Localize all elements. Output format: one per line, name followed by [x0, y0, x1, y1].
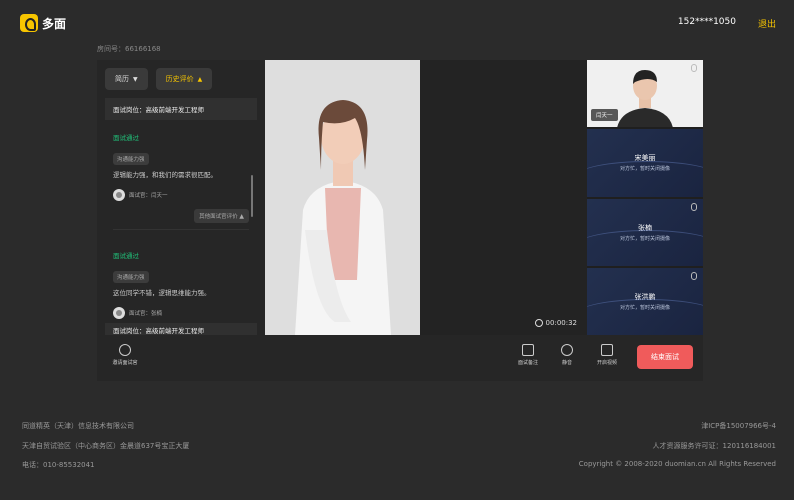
shared-area: 00:00:32 [420, 60, 587, 335]
wave-decoration [587, 160, 703, 191]
chevron-up-icon: ▲ [197, 75, 203, 83]
camera-label: 开启视频 [596, 360, 617, 366]
tab-resume[interactable]: 简历 ▼ [105, 68, 148, 90]
footer-company: 同道精英（天津）信息技术有限公司 [22, 422, 134, 430]
participant-tile-audio[interactable]: 张洪鹏 对方忙，暂时关闭摄像 [587, 267, 703, 335]
wave-decoration [587, 229, 703, 260]
comment-text: 逻辑能力强，和我们的需求很匹配。 [113, 171, 217, 179]
logo-icon [20, 14, 38, 32]
call-toolbar: 邀请面试官 面试备注 静音 开启视频 结束面试 [97, 335, 703, 381]
interviewer: 面试官：闫天一 [113, 189, 249, 201]
footer-icp[interactable]: 津ICP备15007966号-4 [701, 421, 776, 431]
divider [113, 229, 249, 230]
panel-scrollbar[interactable] [251, 175, 253, 217]
clock-icon [534, 319, 543, 327]
panel-tabs: 简历 ▼ 历史评价 ▲ [97, 60, 265, 98]
tab-history[interactable]: 历史评价 ▲ [155, 68, 213, 90]
notes-button[interactable]: 面试备注 [508, 344, 548, 366]
status-text: 面试通过 [113, 252, 139, 260]
chevron-down-icon: ▼ [133, 75, 138, 83]
logo[interactable]: 多面 [20, 14, 66, 32]
footer-phone: 电话：010-85532041 [22, 461, 95, 469]
candidate-figure [265, 60, 420, 335]
timer-text: 00:00:32 [545, 319, 577, 327]
logout-link[interactable]: 退出 [758, 17, 776, 30]
avatar [113, 189, 125, 201]
mute-button[interactable]: 静音 [547, 344, 587, 366]
participant-name: 闫天一 [591, 109, 618, 122]
mic-icon [691, 271, 697, 280]
top-bar: 多面 152****1050 退出 [0, 0, 794, 44]
user-phone[interactable]: 152****1050 [678, 17, 736, 27]
add-user-icon [119, 344, 131, 356]
tab-history-label: 历史评价 [165, 75, 194, 83]
position-title: 面试岗位：高级前端开发工程师 [105, 98, 257, 120]
comment-text: 这位同学不错，逻辑思维能力强。 [113, 289, 211, 297]
room-id: 房间号：66166168 [97, 45, 161, 53]
participant-tile-video[interactable]: 闫天一 [587, 60, 703, 128]
candidate-video [265, 60, 420, 335]
chevron-up-icon: ▲ [239, 213, 244, 220]
interviewer-name: 面试官：张楠 [129, 311, 163, 317]
evaluation-panel: 简历 ▼ 历史评价 ▲ 面试岗位：高级前端开发工程师 面试通过 沟通能力强 逻辑… [97, 60, 265, 335]
tab-resume-label: 简历 [115, 75, 129, 83]
footer-copyright: Copyright © 2008-2020 duomian.cn All Rig… [578, 460, 776, 468]
interviewer: 面试官：张楠 [113, 307, 249, 319]
camera-icon [601, 344, 613, 356]
avatar [113, 307, 125, 319]
evaluation-item: 面试通过 沟通能力强 这位同学不错，逻辑思维能力强。 面试官：张楠 [105, 244, 257, 333]
end-interview-button[interactable]: 结束面试 [637, 345, 693, 369]
interviewer-name: 面试官：闫天一 [129, 193, 168, 199]
other-evaluations-button[interactable]: 其他面试官评价 ▲ [194, 209, 249, 223]
mic-icon [691, 64, 697, 72]
invite-interviewer-button[interactable]: 邀请面试官 [105, 344, 145, 366]
participant-tile-audio[interactable]: 宋美丽 对方忙，暂时关闭摄像 [587, 129, 703, 197]
tag-badge: 沟通能力强 [113, 153, 149, 165]
notes-label: 面试备注 [517, 360, 538, 366]
interview-stage: 简历 ▼ 历史评价 ▲ 面试岗位：高级前端开发工程师 面试通过 沟通能力强 逻辑… [97, 60, 703, 381]
wave-decoration [587, 299, 703, 329]
status-text: 面试通过 [113, 134, 139, 142]
position-title-next: 面试岗位：高级前端开发工程师 [105, 323, 257, 335]
footer-license: 人才资源服务许可证：120116184001 [652, 442, 776, 450]
mute-label: 静音 [561, 360, 572, 366]
footer-address: 天津自贸试验区（中心商务区）金晨道637号宝正大厦 [22, 442, 190, 450]
mic-icon [691, 202, 697, 211]
notes-icon [522, 344, 534, 356]
mic-icon [561, 344, 573, 356]
participant-tile-audio[interactable]: 张楠 对方忙，暂时关闭摄像 [587, 198, 703, 266]
logo-text: 多面 [42, 16, 67, 31]
call-timer: 00:00:32 [534, 319, 577, 327]
invite-label: 邀请面试官 [112, 360, 138, 366]
tag-badge: 沟通能力强 [113, 271, 149, 283]
other-evaluations-label: 其他面试官评价 [199, 214, 238, 220]
evaluation-item: 面试通过 沟通能力强 逻辑能力强，和我们的需求很匹配。 面试官：闫天一 其他面试… [105, 126, 257, 244]
participant-tiles: 闫天一 宋美丽 对方忙，暂时关闭摄像 张楠 对方忙，暂时关闭摄像 张洪鹏 对方忙… [587, 60, 703, 335]
camera-button[interactable]: 开启视频 [587, 344, 627, 366]
